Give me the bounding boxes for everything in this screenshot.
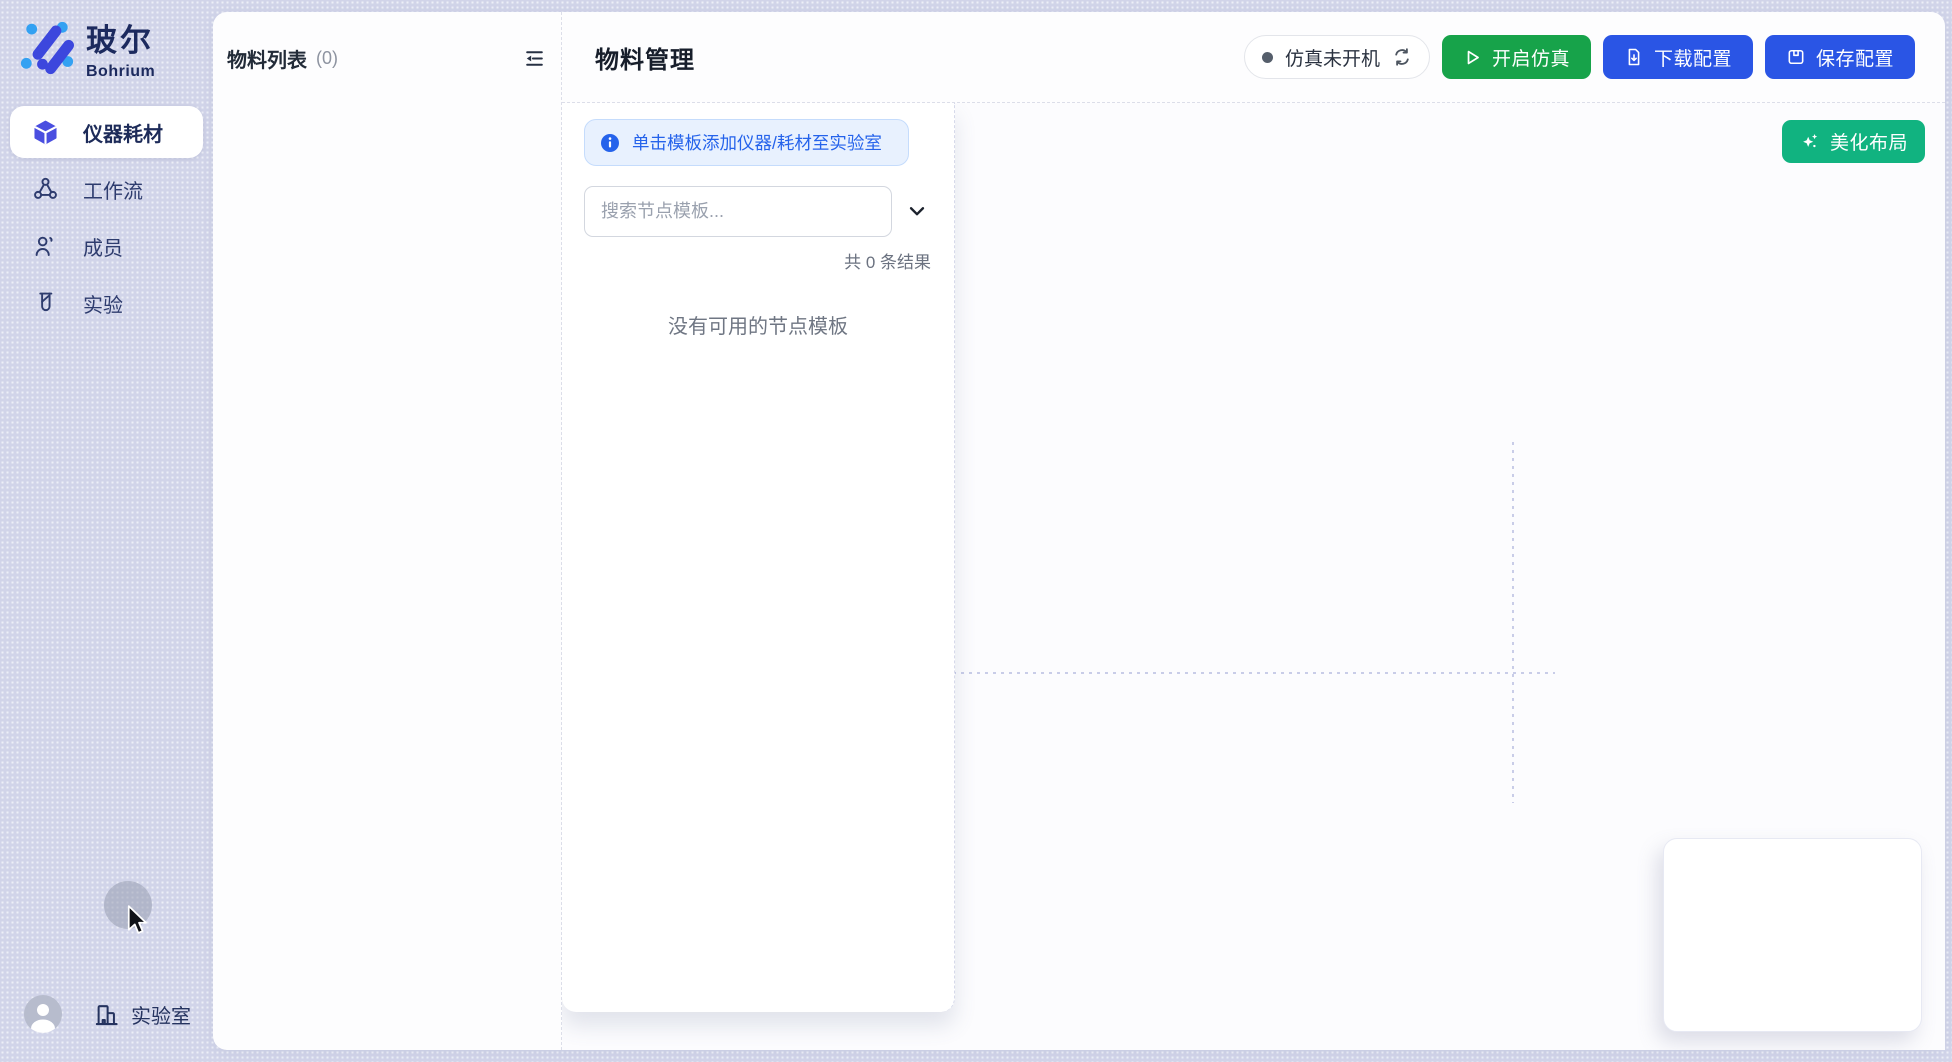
- workflow-icon: [32, 176, 59, 203]
- download-config-label: 下载配置: [1654, 44, 1732, 71]
- experiment-icon: [32, 290, 59, 317]
- sidebar: 玻尔 Bohrium 仪器耗材 工作流: [0, 0, 213, 1062]
- lab-label[interactable]: 实验室: [131, 1000, 191, 1029]
- canvas-guide-vertical: [1512, 442, 1514, 803]
- content-header: 物料管理 仿真未开机 开启仿真: [562, 12, 1945, 103]
- save-config-label: 保存配置: [1816, 44, 1894, 71]
- sparkles-icon: [1799, 131, 1820, 152]
- file-download-icon: [1624, 47, 1644, 67]
- simulation-status-pill[interactable]: 仿真未开机: [1244, 35, 1430, 79]
- mouse-cursor: [126, 905, 150, 935]
- material-list-title: 物料列表: [227, 44, 307, 73]
- result-count: 共 0 条结果: [844, 248, 931, 273]
- sidebar-item-instruments[interactable]: 仪器耗材: [10, 106, 203, 158]
- bohrium-logo-icon: [20, 20, 74, 76]
- brand-logo: 玻尔 Bohrium: [20, 20, 155, 81]
- sidebar-footer: 实验室: [24, 995, 191, 1033]
- empty-template-message: 没有可用的节点模板: [562, 310, 954, 339]
- sidebar-item-label: 工作流: [83, 175, 143, 204]
- canvas-guide-horizontal: [953, 672, 1555, 674]
- info-icon: [600, 133, 620, 153]
- refresh-icon[interactable]: [1392, 47, 1412, 67]
- main-panel: 物料列表 (0) 物料管理 仿真未开机: [213, 12, 1945, 1050]
- content-area: 物料管理 仿真未开机 开启仿真: [562, 12, 1945, 1050]
- save-config-button[interactable]: 保存配置: [1765, 35, 1915, 79]
- sidebar-item-label: 成员: [83, 232, 123, 261]
- sidebar-item-workflow[interactable]: 工作流: [10, 163, 203, 215]
- status-dot-icon: [1262, 52, 1273, 63]
- sidebar-nav: 仪器耗材 工作流 成员 实验: [10, 106, 203, 329]
- building-icon: [93, 1001, 120, 1028]
- minimap[interactable]: [1663, 838, 1922, 1032]
- cube-icon: [32, 119, 59, 146]
- start-simulation-button[interactable]: 开启仿真: [1442, 35, 1591, 79]
- material-list-header: 物料列表 (0): [227, 44, 548, 73]
- brand-name-en: Bohrium: [86, 63, 155, 81]
- save-icon: [1786, 47, 1806, 67]
- template-panel: 单击模板添加仪器/耗材至实验室 共 0 条结果 没有可用的节点模板: [562, 103, 955, 1012]
- download-config-button[interactable]: 下载配置: [1603, 35, 1753, 79]
- template-hint-banner: 单击模板添加仪器/耗材至实验室: [584, 119, 909, 166]
- sidebar-item-members[interactable]: 成员: [10, 220, 203, 272]
- page-title: 物料管理: [595, 40, 695, 75]
- material-list-count: (0): [316, 48, 338, 69]
- chevron-down-icon[interactable]: [906, 200, 928, 222]
- collapse-panel-button[interactable]: [521, 45, 548, 72]
- brand-name-zh: 玻尔: [86, 20, 155, 62]
- template-hint-text: 单击模板添加仪器/耗材至实验室: [632, 130, 882, 155]
- flow-canvas[interactable]: 单击模板添加仪器/耗材至实验室 共 0 条结果 没有可用的节点模板 美化布局: [562, 103, 1945, 1050]
- avatar[interactable]: [24, 995, 62, 1033]
- collapse-panel-icon: [522, 46, 547, 71]
- search-input[interactable]: [584, 186, 892, 237]
- sidebar-item-experiment[interactable]: 实验: [10, 277, 203, 329]
- beautify-layout-button[interactable]: 美化布局: [1782, 120, 1925, 163]
- members-icon: [32, 233, 59, 260]
- header-actions: 仿真未开机 开启仿真: [1244, 35, 1915, 79]
- simulation-status-label: 仿真未开机: [1285, 44, 1380, 71]
- sidebar-item-label: 仪器耗材: [83, 118, 163, 147]
- sidebar-item-label: 实验: [83, 289, 123, 318]
- start-simulation-label: 开启仿真: [1492, 44, 1570, 71]
- beautify-layout-label: 美化布局: [1830, 128, 1908, 155]
- play-icon: [1463, 48, 1482, 67]
- material-list-panel: 物料列表 (0): [213, 12, 562, 1050]
